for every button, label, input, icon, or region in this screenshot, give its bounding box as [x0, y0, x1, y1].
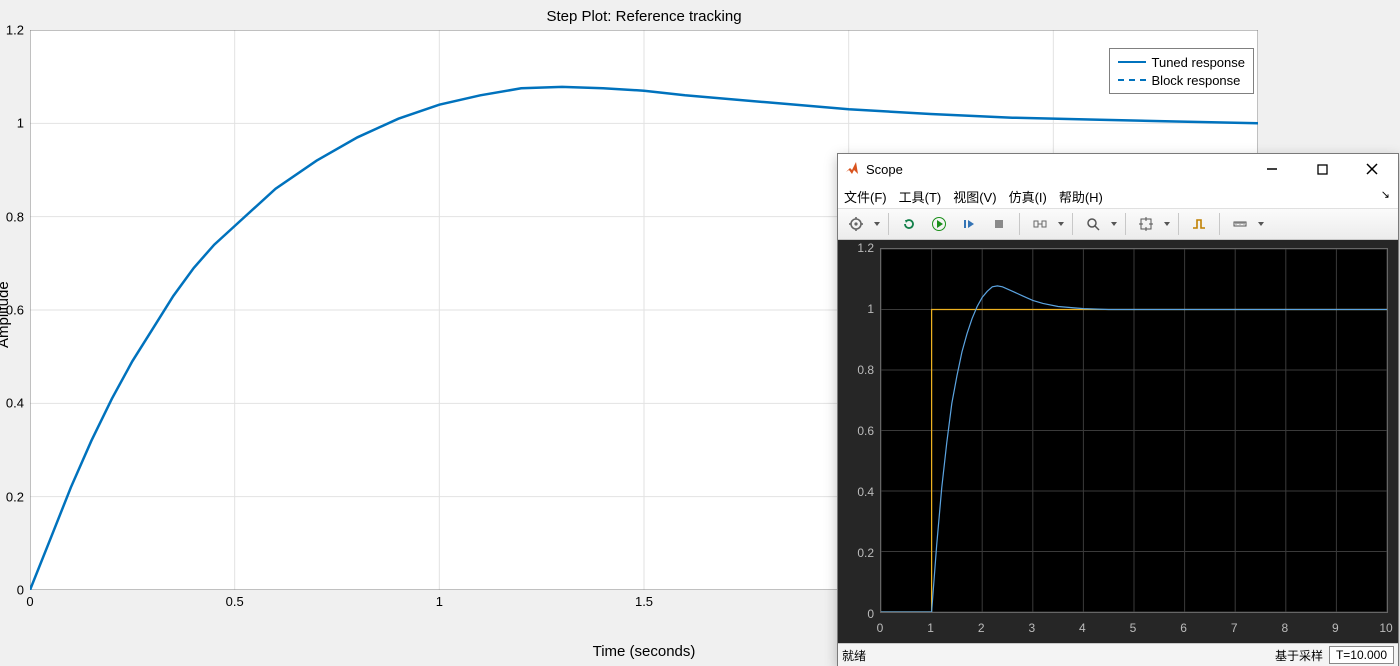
close-button[interactable] — [1350, 155, 1394, 183]
minimize-button[interactable] — [1250, 155, 1294, 183]
legend-entry-block: Block response — [1118, 71, 1245, 89]
zoom-button[interactable] — [1079, 211, 1107, 237]
scope-ytick: 0 — [842, 607, 874, 621]
scope-ytick: 0.8 — [842, 363, 874, 377]
stop-button[interactable] — [985, 211, 1013, 237]
main-ytick: 0 — [0, 583, 24, 598]
main-xtick: 1.5 — [635, 594, 653, 609]
toolbar-separator — [1178, 213, 1179, 235]
scope-xtick: 7 — [1231, 621, 1238, 635]
toolbar-separator — [1072, 213, 1073, 235]
signal-select-button[interactable] — [1026, 211, 1054, 237]
scope-xtick: 0 — [877, 621, 884, 635]
scope-ytick: 1 — [842, 302, 874, 316]
toolbar-separator — [1219, 213, 1220, 235]
legend-entry-tuned: Tuned response — [1118, 53, 1245, 71]
status-time: T=10.000 — [1329, 646, 1394, 664]
main-xtick: 0.5 — [226, 594, 244, 609]
scope-ytick: 0.4 — [842, 485, 874, 499]
legend-label-tuned: Tuned response — [1152, 55, 1245, 70]
config-dropdown-icon[interactable] — [872, 222, 882, 226]
menu-help[interactable]: 帮助(H) — [1059, 187, 1103, 206]
scope-xtick: 1 — [927, 621, 934, 635]
scope-xtick: 9 — [1332, 621, 1339, 635]
status-sample-based: 基于采样 — [1275, 647, 1323, 664]
step-forward-button[interactable] — [955, 211, 983, 237]
scope-xtick: 8 — [1281, 621, 1288, 635]
legend-label-block: Block response — [1152, 73, 1241, 88]
autoscale-dropdown-icon[interactable] — [1162, 222, 1172, 226]
dock-pin-icon[interactable]: ↘ — [1381, 188, 1390, 201]
main-xtick: 0 — [26, 594, 33, 609]
scope-ytick: 0.2 — [842, 546, 874, 560]
scope-xtick: 6 — [1180, 621, 1187, 635]
measurements-button[interactable] — [1226, 211, 1254, 237]
toolbar-separator — [888, 213, 889, 235]
legend-box: Tuned response Block response — [1109, 48, 1254, 94]
scope-ytick: 0.6 — [842, 424, 874, 438]
menu-view[interactable]: 视图(V) — [953, 187, 996, 206]
maximize-button[interactable] — [1300, 155, 1344, 183]
triggers-button[interactable] — [1185, 211, 1213, 237]
main-chart-title: Step Plot: Reference tracking — [30, 8, 1258, 25]
main-ytick: 0.4 — [0, 396, 24, 411]
menu-file[interactable]: 文件(F) — [844, 187, 887, 206]
scope-xtick: 2 — [978, 621, 985, 635]
autoscale-button[interactable] — [1132, 211, 1160, 237]
toolbar-separator — [1019, 213, 1020, 235]
main-ytick: 1 — [0, 116, 24, 131]
scope-window: Scope 文件(F) 工具(T) 视图(V) 仿真(I) 帮助(H) ↘ — [837, 153, 1399, 666]
scope-xtick: 3 — [1028, 621, 1035, 635]
legend-swatch-block — [1118, 79, 1146, 81]
main-ytick: 0.6 — [0, 303, 24, 318]
scope-xtick: 4 — [1079, 621, 1086, 635]
run-button[interactable] — [925, 211, 953, 237]
signal-select-dropdown-icon[interactable] — [1056, 222, 1066, 226]
main-ytick: 0.2 — [0, 489, 24, 504]
scope-axes[interactable] — [880, 248, 1388, 613]
scope-xtick: 10 — [1379, 621, 1392, 635]
toolbar-separator — [1125, 213, 1126, 235]
measurements-dropdown-icon[interactable] — [1256, 222, 1266, 226]
main-xtick: 1 — [436, 594, 443, 609]
config-button[interactable] — [842, 211, 870, 237]
status-ready: 就绪 — [842, 647, 866, 664]
scope-plot-area: 0 0.2 0.4 0.6 0.8 1 1.2 0 1 2 3 4 5 6 7 8 9 10 — [838, 240, 1398, 643]
matlab-icon — [844, 160, 860, 179]
scope-title-text: Scope — [866, 162, 903, 177]
scope-statusbar: 就绪 基于采样 T=10.000 — [838, 643, 1398, 666]
main-ytick: 0.8 — [0, 209, 24, 224]
scope-svg — [881, 249, 1387, 612]
legend-swatch-tuned — [1118, 61, 1146, 63]
scope-toolbar — [838, 208, 1398, 240]
scope-ytick: 1.2 — [842, 241, 874, 255]
menu-simulation[interactable]: 仿真(I) — [1009, 187, 1047, 206]
menu-tools[interactable]: 工具(T) — [899, 187, 942, 206]
restart-button[interactable] — [895, 211, 923, 237]
scope-xtick: 5 — [1130, 621, 1137, 635]
scope-menubar: 文件(F) 工具(T) 视图(V) 仿真(I) 帮助(H) ↘ — [838, 184, 1398, 208]
scope-titlebar[interactable]: Scope — [838, 154, 1398, 184]
zoom-dropdown-icon[interactable] — [1109, 222, 1119, 226]
main-ytick: 1.2 — [0, 23, 24, 38]
